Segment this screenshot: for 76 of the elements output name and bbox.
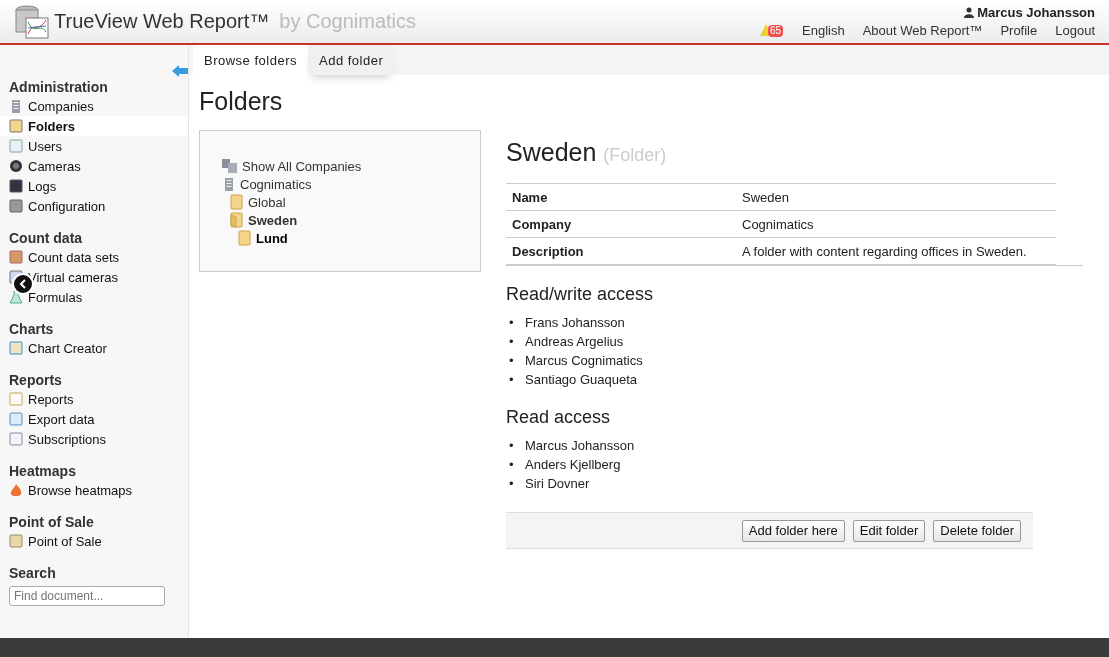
- bullet: •: [509, 333, 515, 351]
- user-name-text: Marcus Johansson: [525, 437, 635, 455]
- user-name-text: Frans Johansson: [525, 314, 625, 332]
- sidebar-item[interactable]: Folders: [0, 116, 188, 136]
- user-name-text: Marcus Cognimatics: [525, 352, 643, 370]
- header-link[interactable]: Profile: [1000, 23, 1038, 38]
- section-title: Search: [8, 564, 57, 582]
- bullet: •: [509, 314, 515, 332]
- user-name-text: Siri Dovner: [525, 475, 590, 493]
- bullet: •: [509, 456, 515, 474]
- sidebar-item[interactable]: Companies: [0, 96, 188, 116]
- building-icon: [9, 99, 23, 113]
- header-link[interactable]: Logout: [1055, 23, 1095, 38]
- sidebar-item[interactable]: Point of Sale: [0, 531, 188, 551]
- tree-item[interactable]: Sweden: [230, 211, 458, 229]
- action-button[interactable]: Add folder here: [741, 519, 845, 542]
- page-title: Folders: [199, 87, 284, 116]
- left-arrow-icon[interactable]: [172, 65, 188, 77]
- bullet: •: [509, 371, 515, 389]
- building-icon: [222, 177, 236, 191]
- bullet: •: [509, 475, 515, 493]
- user-name-text: Andreas Argelius: [525, 333, 624, 351]
- buildings-icon: [222, 159, 238, 173]
- access-heading: Read/write access: [506, 284, 655, 305]
- app-title: TrueView Web Report™: [54, 10, 270, 33]
- sidebar-item[interactable]: Logs: [0, 176, 188, 196]
- tab[interactable]: Browse folders: [193, 45, 308, 75]
- section-title: Reports: [8, 371, 63, 389]
- user-name-text: Anders Kjellberg: [525, 456, 621, 474]
- tree-item[interactable]: Global: [230, 193, 458, 211]
- sidebar-item[interactable]: Subscriptions: [0, 429, 188, 449]
- property-name: Company: [506, 210, 736, 238]
- chevron-left-icon: [19, 279, 27, 289]
- tree-item[interactable]: Show All Companies: [222, 157, 458, 175]
- header-link[interactable]: English: [802, 23, 845, 38]
- database-chart-logo: [14, 3, 50, 40]
- property-name: Name: [506, 183, 736, 211]
- sidebar-item[interactable]: Cameras: [0, 156, 188, 176]
- person-icon: [964, 7, 975, 18]
- flask-icon: [9, 290, 23, 304]
- property-name: Description: [506, 237, 736, 265]
- user-name: Marcus Johansson: [964, 5, 1095, 20]
- sidebar-item[interactable]: Export data: [0, 409, 188, 429]
- search-field[interactable]: Find document...: [9, 586, 165, 606]
- access-heading: Read access: [506, 407, 612, 428]
- sidebar-item[interactable]: Count data sets: [0, 247, 188, 267]
- sidebar-item[interactable]: Chart Creator: [0, 338, 188, 358]
- sidebar-item[interactable]: Configuration: [0, 196, 188, 216]
- open-folder-icon: [230, 212, 244, 228]
- app-subtitle: by Cognimatics: [279, 10, 416, 33]
- camera-lens-icon: [9, 159, 23, 173]
- section-title: Administration: [8, 78, 109, 96]
- tree-item[interactable]: Lund: [238, 229, 458, 247]
- folder-icon: [230, 194, 244, 210]
- property-value: A folder with content regarding offices in Sweden.: [736, 237, 1056, 265]
- property-value: Sweden: [736, 183, 1056, 211]
- tree-item[interactable]: Cognimatics: [222, 175, 458, 193]
- header-link[interactable]: About Web Report™: [862, 23, 983, 38]
- sidebar-item[interactable]: Reports: [0, 389, 188, 409]
- section-title: Heatmaps: [8, 462, 77, 480]
- bullet: •: [509, 437, 515, 455]
- section-title: Charts: [8, 320, 55, 338]
- bullet: •: [509, 352, 515, 370]
- sidebar-item[interactable]: Formulas: [0, 287, 188, 307]
- user-name-text: Santiago Guaqueta: [525, 371, 638, 389]
- folder-icon: [238, 230, 252, 246]
- alert-count: 65: [768, 24, 784, 37]
- section-title: Point of Sale: [8, 513, 95, 531]
- section-title: Count data: [8, 229, 84, 247]
- tab[interactable]: Add folder: [308, 45, 395, 75]
- flame-icon: [9, 483, 23, 497]
- property-value: Cognimatics: [736, 210, 1056, 238]
- sidebar-item[interactable]: Users: [0, 136, 188, 156]
- action-button[interactable]: Edit folder: [852, 519, 926, 542]
- sidebar-item[interactable]: Browse heatmaps: [0, 480, 188, 500]
- action-button[interactable]: Delete folder: [933, 519, 1021, 542]
